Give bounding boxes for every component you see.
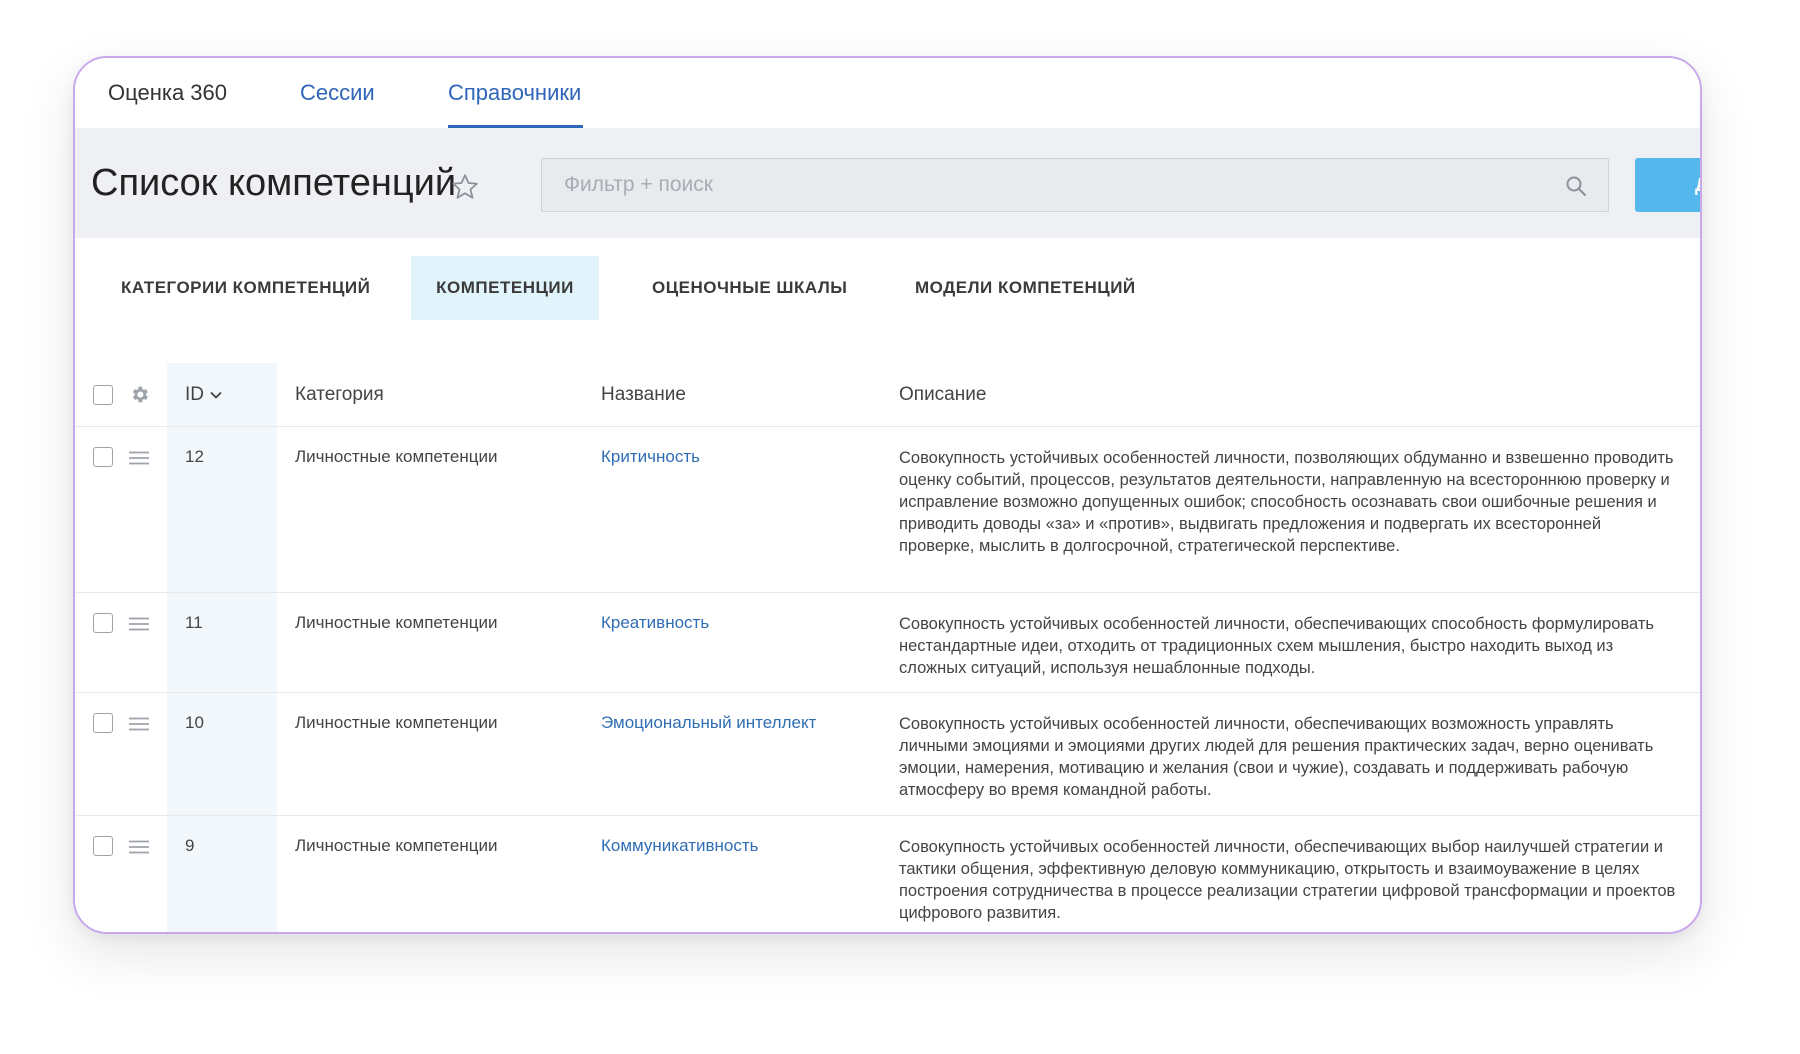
table-row[interactable]: 10 Личностные компетенции Эмоциональный …: [75, 693, 1700, 816]
column-category-header[interactable]: Категория: [295, 363, 384, 427]
drag-handle-icon[interactable]: [129, 451, 149, 465]
row-id: 9: [185, 836, 195, 855]
page-header: Список компетенций Д: [75, 128, 1700, 238]
tab-assessment-360[interactable]: Оценка 360: [108, 76, 227, 128]
row-category: Личностные компетенции: [295, 613, 498, 632]
subtab-competency-models[interactable]: МОДЕЛИ КОМПЕТЕНЦИЙ: [915, 256, 1136, 320]
drag-handle-icon[interactable]: [129, 717, 149, 731]
row-id: 11: [185, 613, 203, 632]
row-checkbox[interactable]: [93, 836, 113, 856]
row-description: Совокупность устойчивых особенностей лич…: [899, 838, 1676, 922]
table-header: ID Категория Название Описание: [75, 363, 1700, 427]
subtab-competency-categories[interactable]: КАТЕГОРИИ КОМПЕТЕНЦИЙ: [121, 256, 370, 320]
row-name-link[interactable]: Критичность: [601, 447, 700, 467]
tab-sessions[interactable]: Сессии: [300, 76, 375, 128]
column-id-header[interactable]: ID: [185, 363, 222, 427]
drag-handle-icon[interactable]: [129, 617, 149, 631]
row-description: Совокупность устойчивых особенностей лич…: [899, 449, 1674, 555]
row-category: Личностные компетенции: [295, 447, 498, 466]
row-checkbox[interactable]: [93, 613, 113, 633]
gear-icon[interactable]: [129, 384, 150, 405]
top-nav: Оценка 360 Сессии Справочники: [75, 58, 1700, 128]
row-checkbox[interactable]: [93, 447, 113, 467]
table-row[interactable]: 12 Личностные компетенции Критичность Со…: [75, 427, 1700, 593]
row-id: 10: [185, 713, 204, 732]
column-name-header[interactable]: Название: [601, 363, 686, 427]
row-description: Совокупность устойчивых особенностей лич…: [899, 615, 1655, 677]
row-category: Личностные компетенции: [295, 713, 498, 732]
search-input[interactable]: [542, 159, 1608, 211]
row-description: Совокупность устойчивых особенностей лич…: [899, 715, 1654, 799]
app-window: Оценка 360 Сессии Справочники Список ком…: [73, 56, 1702, 934]
row-name-link[interactable]: Эмоциональный интеллект: [601, 713, 816, 733]
search-icon[interactable]: [1564, 174, 1588, 198]
search-box: [541, 158, 1609, 212]
row-name-link[interactable]: Креативность: [601, 613, 709, 633]
add-button[interactable]: Д: [1635, 158, 1700, 212]
subtab-competencies[interactable]: КОМПЕТЕНЦИИ: [411, 256, 599, 320]
row-checkbox[interactable]: [93, 713, 113, 733]
select-all-checkbox[interactable]: [93, 385, 113, 405]
chevron-down-icon: [210, 391, 222, 399]
table-row[interactable]: 11 Личностные компетенции Креативность С…: [75, 593, 1700, 693]
subtab-rating-scales[interactable]: ОЦЕНОЧНЫЕ ШКАЛЫ: [652, 256, 847, 320]
star-icon[interactable]: [450, 172, 480, 202]
table-row[interactable]: 9 Личностные компетенции Коммуникативнос…: [75, 816, 1700, 932]
row-id: 12: [185, 447, 204, 466]
row-category: Личностные компетенции: [295, 836, 498, 855]
drag-handle-icon[interactable]: [129, 840, 149, 854]
row-name-link[interactable]: Коммуникативность: [601, 836, 759, 856]
page-title: Список компетенций: [91, 162, 457, 204]
tab-directories[interactable]: Справочники: [448, 76, 584, 128]
column-description-header[interactable]: Описание: [899, 363, 986, 427]
